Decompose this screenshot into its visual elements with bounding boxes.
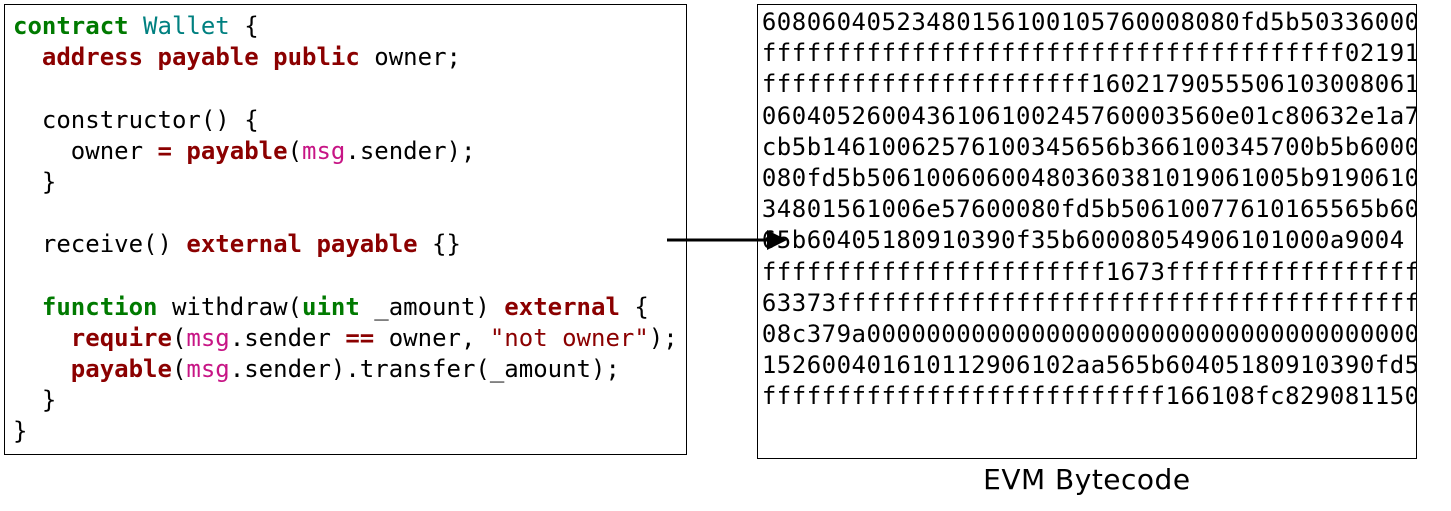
bytecode-line: 152600401610112906102aa565b6040518091039… [762, 350, 1412, 381]
bytecode-line: 63373fffffffffffffffffffffffffffffffffff… [762, 288, 1412, 319]
bytecode-box: 60806040523480156100105760008080fd5b5033… [757, 4, 1417, 459]
bytecode-line: 34801561006e57600080fd5b5061007761016556… [762, 194, 1412, 225]
arrow-icon [667, 220, 787, 260]
code-line-4: constructor() { [13, 106, 259, 134]
code-line-11: require(msg.sender == owner, "not owner"… [13, 324, 678, 352]
bytecode-line: fffffffffffffffffffffff1673fffffffffffff… [762, 257, 1412, 288]
bytecode-line: fffffffffffffffffffffffffff166108fc82908… [762, 381, 1412, 412]
bytecode-line: 60806040523480156100105760008080fd5b5033… [762, 7, 1412, 38]
bytecode-line: 08c379a000000000000000000000000000000000… [762, 319, 1412, 350]
code-line-14: } [13, 417, 27, 445]
code-line-5: owner = payable(msg.sender); [13, 137, 475, 165]
code-line-10: function withdraw(uint _amount) external… [13, 293, 649, 321]
bytecode-line: ffffffffffffffffffffff160217905550610300… [762, 69, 1412, 100]
code-line-6: } [13, 168, 56, 196]
bytecode-line: 0604052600436106100245760003560e01c80632… [762, 101, 1412, 132]
bytecode-line: 65b60405180910390f35b60008054906101000a9… [762, 225, 1412, 256]
code-line-13: } [13, 386, 56, 414]
code-line-2: address payable public owner; [13, 43, 461, 71]
source-code-box: contract Wallet { address payable public… [4, 4, 687, 455]
bytecode-line: fffffffffffffffffffffffffffffffffffffff0… [762, 38, 1412, 69]
code-line-1: contract Wallet { [13, 12, 259, 40]
code-line-8: receive() external payable {} [13, 230, 461, 258]
bytecode-line: cb5b14610062576100345656b366100345700b5b… [762, 132, 1412, 163]
bytecode-label: EVM Bytecode [983, 463, 1190, 496]
code-line-12: payable(msg.sender).transfer(_amount); [13, 355, 620, 383]
bytecode-line: 080fd5b50610060600480360381019061005b919… [762, 163, 1412, 194]
